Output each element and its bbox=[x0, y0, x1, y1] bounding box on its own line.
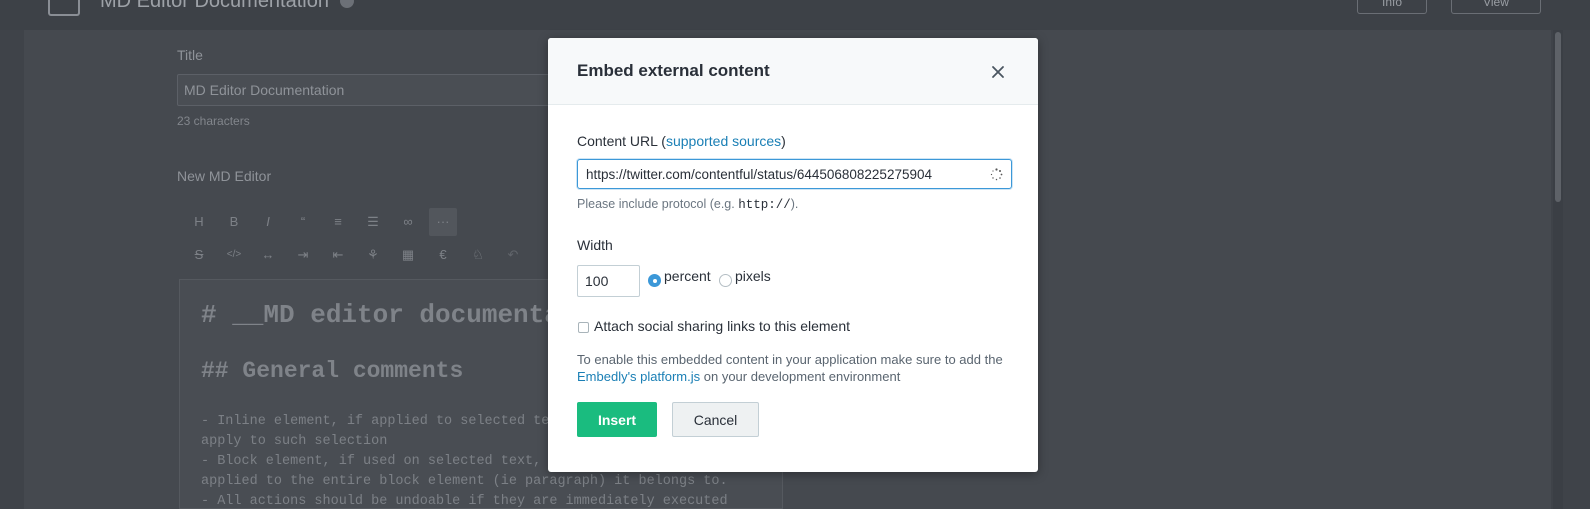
content-url-field[interactable] bbox=[577, 159, 1012, 189]
percent-radio[interactable] bbox=[648, 274, 661, 287]
md-text-line: apply to such selection bbox=[201, 434, 388, 449]
italic-button[interactable]: I bbox=[254, 208, 282, 236]
heading-button[interactable]: H bbox=[185, 208, 213, 236]
insert-button[interactable]: Insert bbox=[577, 402, 657, 437]
scrollbar-thumb[interactable] bbox=[1555, 32, 1561, 202]
content-url-input[interactable] bbox=[586, 160, 976, 188]
hr-button[interactable]: ↔ bbox=[254, 241, 282, 269]
dialog-header: Embed external content bbox=[548, 38, 1038, 105]
bullet-list-button[interactable]: ≡ bbox=[324, 208, 352, 236]
md-text-line: applied to the entire block element (ie … bbox=[201, 474, 728, 489]
page-title: MD Editor Documentation bbox=[100, 0, 329, 12]
embedly-note: To enable this embedded content in your … bbox=[577, 351, 1017, 385]
embedly-note-suffix: on your development environment bbox=[700, 369, 901, 384]
embed-dialog: Embed external content Content URL (supp… bbox=[548, 38, 1038, 472]
md-text-line: - Block element, if used on selected tex… bbox=[201, 454, 558, 469]
md-heading-1: # __MD editor documenta bbox=[201, 300, 560, 330]
md-heading-2: ## General comments bbox=[201, 358, 464, 384]
view-button[interactable]: View bbox=[1451, 0, 1541, 14]
md-text-line: - All actions should be undoable if they… bbox=[201, 494, 728, 509]
percent-radio-label[interactable]: percent bbox=[664, 268, 711, 284]
link-button[interactable]: ∞ bbox=[394, 208, 422, 236]
content-url-label-suffix: ) bbox=[781, 133, 786, 149]
protocol-hint: Please include protocol (e.g. http://). bbox=[577, 197, 798, 212]
more-button[interactable]: ··· bbox=[429, 208, 457, 236]
quote-button[interactable]: “ bbox=[289, 208, 317, 236]
content-url-label: Content URL (supported sources) bbox=[577, 133, 786, 149]
title-field[interactable]: MD Editor Documentation bbox=[177, 74, 597, 106]
undo-button[interactable]: ↶ bbox=[499, 241, 527, 269]
social-sharing-label[interactable]: Attach social sharing links to this elem… bbox=[594, 318, 850, 334]
title-label: Title bbox=[177, 47, 203, 63]
supported-sources-link[interactable]: supported sources bbox=[666, 133, 781, 149]
numbered-list-button[interactable]: ☰ bbox=[359, 208, 387, 236]
indent-button[interactable]: ⇥ bbox=[289, 241, 317, 269]
social-sharing-checkbox[interactable] bbox=[578, 322, 589, 333]
bold-button[interactable]: B bbox=[220, 208, 248, 236]
pixels-radio[interactable] bbox=[719, 274, 732, 287]
strikethrough-button[interactable]: S bbox=[185, 241, 213, 269]
protocol-hint-code: http:// bbox=[738, 198, 791, 212]
protocol-hint-suffix: ). bbox=[790, 197, 799, 211]
table-button[interactable]: ▦ bbox=[394, 241, 422, 269]
info-dot-icon bbox=[340, 0, 354, 8]
top-bar: MD Editor Documentation Info View bbox=[0, 0, 1590, 30]
outdent-button[interactable]: ⇤ bbox=[324, 241, 352, 269]
width-input[interactable] bbox=[578, 266, 639, 296]
embed-button[interactable]: ⚘ bbox=[359, 241, 387, 269]
page-scrollbar[interactable] bbox=[1553, 30, 1563, 509]
width-label: Width bbox=[577, 237, 613, 253]
editor-label: New MD Editor bbox=[177, 168, 272, 184]
content-url-label-text: Content URL ( bbox=[577, 133, 666, 149]
protocol-hint-text: Please include protocol (e.g. bbox=[577, 197, 739, 211]
loading-spinner-icon bbox=[990, 168, 1003, 181]
code-button[interactable]: </> bbox=[220, 241, 248, 269]
cancel-button[interactable]: Cancel bbox=[672, 402, 759, 437]
width-field[interactable] bbox=[577, 265, 640, 297]
embedly-platform-link[interactable]: Embedly's platform.js bbox=[577, 369, 700, 384]
dialog-title: Embed external content bbox=[577, 61, 770, 80]
pixels-radio-label[interactable]: pixels bbox=[735, 268, 771, 284]
char-count: 23 characters bbox=[177, 114, 250, 128]
info-button[interactable]: Info bbox=[1357, 0, 1427, 14]
close-icon[interactable] bbox=[988, 62, 1008, 82]
document-edit-icon bbox=[48, 0, 80, 16]
embedly-note-text: To enable this embedded content in your … bbox=[577, 352, 1003, 367]
special-char-button[interactable]: € bbox=[429, 241, 457, 269]
org-chart-button[interactable]: ♘ bbox=[464, 241, 492, 269]
md-text-line: - Inline element, if applied to selected… bbox=[201, 414, 558, 429]
